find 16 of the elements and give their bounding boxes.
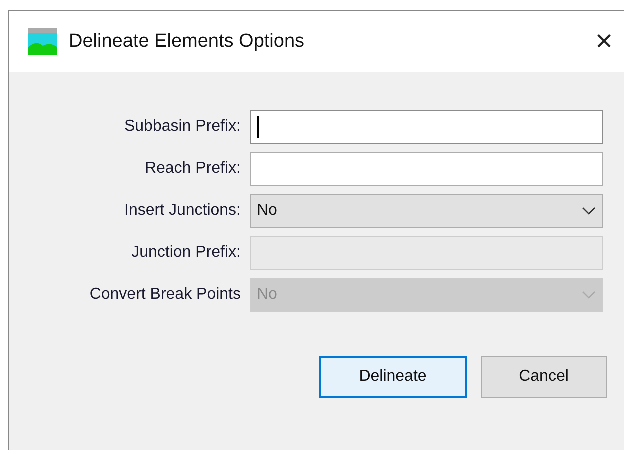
chevron-down-icon	[582, 291, 596, 299]
cancel-button[interactable]: Cancel	[481, 356, 607, 398]
field-label: Convert Break Points	[88, 286, 241, 304]
text-cursor	[257, 116, 259, 138]
landscape-icon	[28, 28, 57, 55]
close-button[interactable]: ×	[595, 26, 613, 56]
field-label: Insert Junctions:	[124, 202, 241, 220]
input-field[interactable]	[250, 152, 603, 186]
chevron-down-icon	[582, 207, 596, 215]
field-label: Subbasin Prefix:	[123, 118, 241, 136]
delineate-button[interactable]: Delineate	[319, 356, 467, 398]
window-title: Delineate Elements Options	[69, 30, 306, 52]
field-label: Junction Prefix:	[130, 244, 241, 262]
field-label: Reach Prefix:	[144, 160, 241, 178]
input-field[interactable]	[250, 110, 603, 144]
dropdown[interactable]: No	[250, 194, 603, 228]
